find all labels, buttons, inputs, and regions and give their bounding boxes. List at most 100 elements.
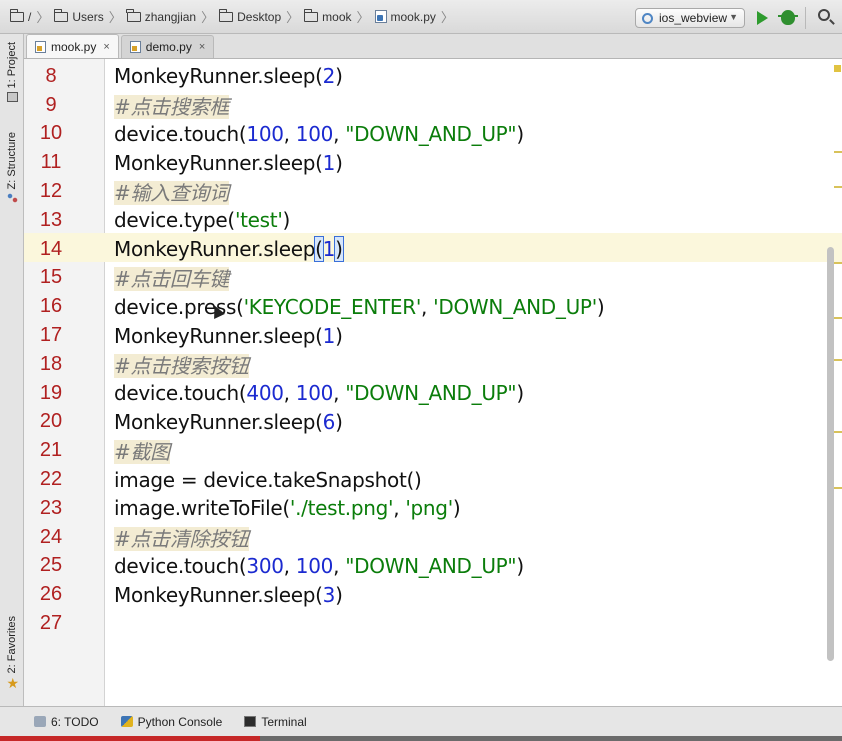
- code-text[interactable]: device.type('test'): [114, 208, 290, 232]
- code-line[interactable]: 19 device.touch(400, 100, "DOWN_AND_UP"): [24, 379, 824, 408]
- code-line[interactable]: 9 #点击搜索框: [24, 91, 824, 120]
- breadcrumb-separator: 〉: [108, 10, 122, 25]
- search-icon[interactable]: [818, 9, 830, 21]
- code-line[interactable]: 16 device.press('KEYCODE_ENTER', 'DOWN_AN…: [24, 292, 824, 321]
- tool-window-terminal[interactable]: Terminal: [244, 714, 307, 729]
- run-configuration-select[interactable]: ios_webview ▼: [635, 8, 745, 28]
- code-text[interactable]: #点击回车键: [114, 263, 229, 292]
- line-number: 10: [39, 122, 63, 145]
- code-line[interactable]: 14 MonkeyRunner.sleep(1): [24, 235, 824, 264]
- code-text[interactable]: MonkeyRunner.sleep(1): [114, 236, 344, 263]
- code-token: device.touch(: [114, 553, 247, 578]
- line-number: 22: [39, 468, 63, 491]
- tool-window-label: Terminal: [261, 714, 307, 729]
- stripe-marker[interactable]: [834, 431, 842, 433]
- breadcrumb-zhangjian[interactable]: zhangjian 〉: [126, 7, 219, 27]
- code-number: 300: [246, 553, 284, 578]
- code-string: "DOWN_AND_UP": [345, 381, 517, 406]
- code-text[interactable]: device.press('KEYCODE_ENTER', 'DOWN_AND_…: [114, 294, 605, 319]
- line-number: 26: [39, 583, 63, 606]
- code-string: "DOWN_AND_UP": [345, 121, 517, 146]
- code-number: 100: [295, 553, 334, 578]
- tool-window-python-console[interactable]: Python Console: [120, 715, 222, 729]
- code-text[interactable]: device.touch(100, 100, "DOWN_AND_UP"): [114, 122, 524, 146]
- analysis-status-marker[interactable]: [834, 65, 841, 72]
- code-text[interactable]: #输入查询词: [114, 177, 229, 206]
- code-line[interactable]: 15 #点击回车键: [24, 264, 824, 293]
- code-string: 'png': [405, 496, 453, 521]
- stripe-marker[interactable]: [834, 262, 842, 264]
- code-token: MonkeyRunner.sleep: [114, 237, 316, 262]
- bug-icon[interactable]: [778, 10, 798, 25]
- breadcrumb-label: mook.py: [390, 9, 436, 24]
- tab-mook-py[interactable]: mook.py ×: [26, 34, 119, 58]
- breadcrumb-root[interactable]: / 〉: [9, 7, 54, 27]
- code-line[interactable]: 18 #点击搜索按钮: [24, 350, 824, 379]
- stripe-marker[interactable]: [834, 487, 842, 489]
- tab-demo-py[interactable]: demo.py ×: [120, 35, 215, 58]
- code-text[interactable]: image = device.takeSnapshot(): [114, 468, 422, 492]
- stripe-marker[interactable]: [834, 359, 842, 361]
- code-lines[interactable]: 8 MonkeyRunner.sleep(2) 9 #点击搜索框 10 device.to…: [24, 62, 824, 638]
- stripe-marker[interactable]: [834, 186, 842, 188]
- code-token: ): [282, 208, 291, 233]
- code-token: MonkeyRunner.sleep(: [114, 409, 323, 434]
- code-text[interactable]: MonkeyRunner.sleep(1): [114, 324, 343, 348]
- code-line[interactable]: 10 device.touch(100, 100, "DOWN_AND_UP"): [24, 120, 824, 149]
- code-text[interactable]: MonkeyRunner.sleep(6): [114, 410, 343, 434]
- code-line[interactable]: 17 MonkeyRunner.sleep(1): [24, 321, 824, 350]
- code-token: MonkeyRunner.sleep(: [114, 582, 323, 607]
- breadcrumb-label: Users: [72, 9, 104, 24]
- tool-window-favorites[interactable]: 2: Favorites ★: [2, 616, 22, 690]
- line-number: 8: [45, 64, 57, 87]
- code-line[interactable]: 11 MonkeyRunner.sleep(1): [24, 148, 824, 177]
- code-line[interactable]: 21 #截图: [24, 436, 824, 465]
- stripe-marker[interactable]: [834, 317, 842, 319]
- code-line[interactable]: 24 #点击清除按钮: [24, 523, 824, 552]
- breadcrumb-users[interactable]: Users 〉: [53, 7, 126, 27]
- code-text[interactable]: device.touch(400, 100, "DOWN_AND_UP"): [114, 381, 524, 405]
- breadcrumb-mook[interactable]: mook 〉: [303, 7, 374, 27]
- code-text[interactable]: image.writeToFile('./test.png', 'png'): [114, 496, 461, 521]
- code-text[interactable]: #点击清除按钮: [114, 523, 249, 552]
- tool-window-project[interactable]: 1: Project: [2, 42, 22, 103]
- tool-window-todo[interactable]: 6: TODO: [34, 715, 99, 729]
- code-number: 6: [322, 409, 336, 434]
- stripe-marker[interactable]: [834, 151, 842, 153]
- code-line[interactable]: 25 device.touch(300, 100, "DOWN_AND_UP"): [24, 552, 824, 581]
- code-line[interactable]: 23 image.writeToFile('./test.png', 'png'): [24, 494, 824, 523]
- code-line[interactable]: 8 MonkeyRunner.sleep(2): [24, 62, 824, 91]
- play-icon[interactable]: [757, 11, 768, 25]
- close-icon[interactable]: ×: [103, 41, 109, 53]
- code-line[interactable]: 27: [24, 609, 824, 638]
- code-editor[interactable]: 8 MonkeyRunner.sleep(2) 9 #点击搜索框 10 device.to…: [24, 59, 842, 706]
- code-token: ): [516, 553, 524, 578]
- code-line[interactable]: 13 device.type('test'): [24, 206, 824, 235]
- code-text[interactable]: MonkeyRunner.sleep(1): [114, 151, 343, 175]
- code-line[interactable]: 20 MonkeyRunner.sleep(6): [24, 408, 824, 437]
- code-token: ,: [283, 381, 296, 406]
- code-text[interactable]: #点击搜索按钮: [114, 350, 249, 379]
- close-icon[interactable]: ×: [199, 41, 205, 53]
- code-text[interactable]: #点击搜索框: [114, 91, 229, 120]
- breadcrumb-separator: 〉: [286, 10, 300, 25]
- code-text[interactable]: MonkeyRunner.sleep(2): [114, 64, 343, 88]
- code-line[interactable]: 22 image = device.takeSnapshot(): [24, 465, 824, 494]
- breadcrumb-desktop[interactable]: Desktop 〉: [218, 7, 304, 27]
- code-line[interactable]: 12 #输入查询词: [24, 177, 824, 206]
- folder-icon: [53, 8, 69, 22]
- code-token: ,: [333, 121, 346, 146]
- code-text[interactable]: #截图: [114, 436, 170, 465]
- code-text[interactable]: MonkeyRunner.sleep(3): [114, 583, 343, 607]
- structure-icon: [6, 193, 18, 204]
- code-number: 100: [295, 381, 334, 406]
- breadcrumb-mook-py[interactable]: mook.py 〉: [374, 7, 459, 27]
- tool-window-structure[interactable]: Z: Structure: [2, 132, 22, 204]
- code-token: ,: [283, 553, 296, 578]
- code-line[interactable]: 26 MonkeyRunner.sleep(3): [24, 580, 824, 609]
- code-string: 'DOWN_AND_UP': [433, 294, 597, 319]
- vertical-scrollbar[interactable]: [827, 247, 834, 661]
- code-number: 3: [322, 582, 336, 607]
- toolbar-divider: [805, 7, 806, 29]
- code-text[interactable]: device.touch(300, 100, "DOWN_AND_UP"): [114, 554, 524, 578]
